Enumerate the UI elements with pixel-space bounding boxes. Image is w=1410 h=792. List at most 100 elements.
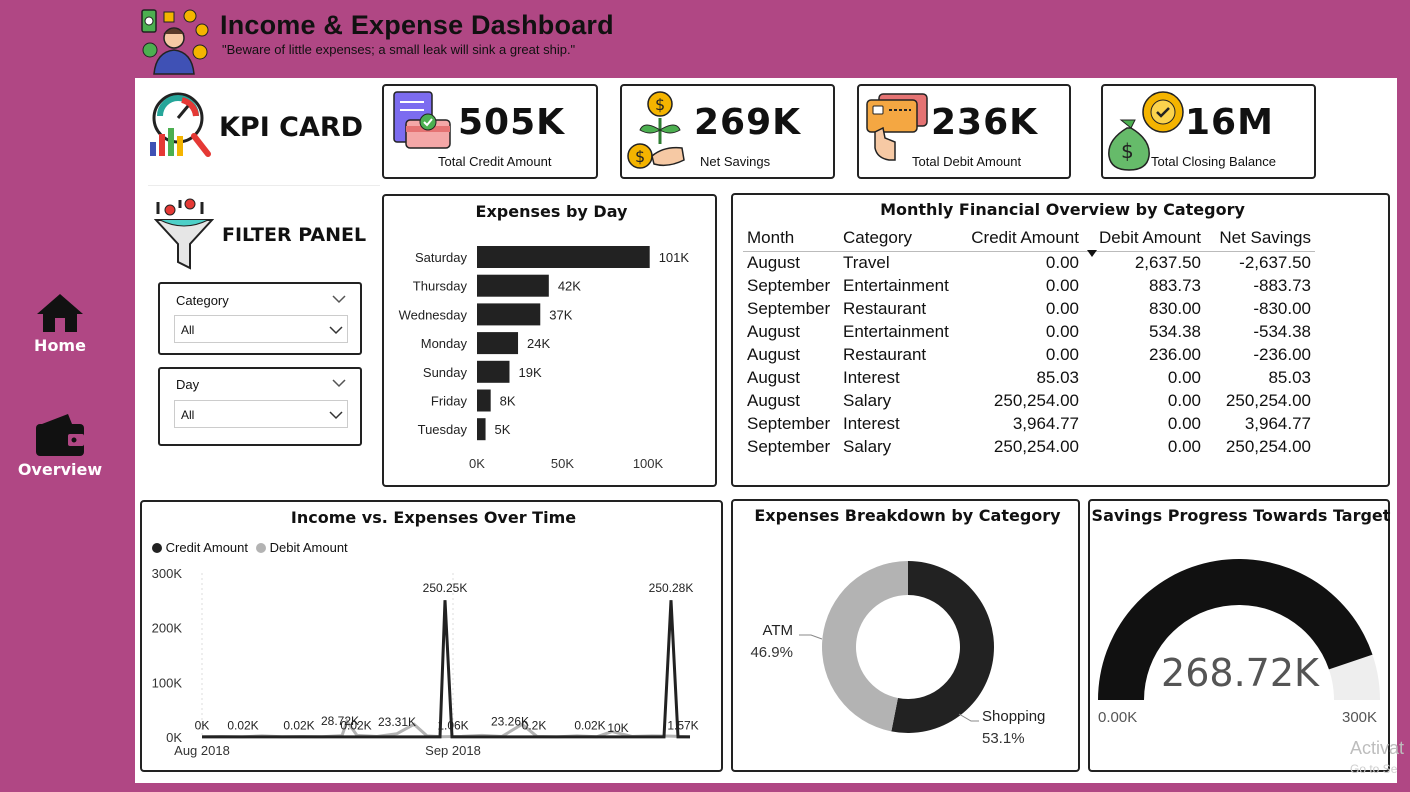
column-header-category[interactable]: Category <box>839 225 957 251</box>
bar-category-label: Sunday <box>423 365 468 380</box>
category-slicer: Category All <box>158 282 362 355</box>
kpi-icon <box>148 90 212 160</box>
atm-slice-percent: 46.9% <box>750 644 793 661</box>
table-cell: 0.00 <box>1045 321 1079 341</box>
chevron-down-icon[interactable] <box>332 294 346 304</box>
y-tick-label: 300K <box>152 566 183 581</box>
table-cell: 0.00 <box>1167 413 1201 433</box>
bar-data-label: 42K <box>558 279 581 294</box>
income-vs-expenses-panel: Income vs. Expenses Over Time Credit Amo… <box>140 500 723 772</box>
line-data-label: 0.02K <box>574 718 605 732</box>
credit-amount-series-line <box>202 600 690 739</box>
svg-text:$: $ <box>1121 139 1134 163</box>
x-tick-label: Sep 2018 <box>425 743 481 758</box>
table-row[interactable]: August Restaurant 0.00 236.00 -236.00 <box>743 343 1315 366</box>
table-cell: Entertainment <box>843 275 949 295</box>
table-cell: 0.00 <box>1167 367 1201 387</box>
table-row[interactable]: September Restaurant 0.00 830.00 -830.00 <box>743 297 1315 320</box>
legend-debit: Debit Amount <box>256 540 348 555</box>
expenses-by-day-chart: Saturday 101K Thursday 42K Wednesday 37K Monda… <box>399 246 689 471</box>
table-cell: Interest <box>843 413 900 433</box>
line-data-label: 0.02K <box>340 718 371 732</box>
x-tick-label: 0K <box>469 456 485 471</box>
nav-home-button[interactable]: Home <box>20 292 100 356</box>
bar <box>477 303 541 326</box>
table-cell: Restaurant <box>843 298 927 318</box>
column-header-credit-amount[interactable]: Credit Amount <box>957 225 1083 251</box>
bar-data-label: 5K <box>495 422 511 437</box>
wallet-icon <box>36 414 84 456</box>
expenses-by-day-panel: Expenses by Day Saturday 101K Thursday 42K W… <box>382 194 717 487</box>
line-data-label: 0.02K <box>283 718 314 732</box>
category-dropdown[interactable]: All <box>174 315 348 343</box>
category-dropdown-value: All <box>181 323 195 337</box>
column-header-net-savings[interactable]: Net Savings <box>1205 225 1315 251</box>
table-cell: 0.00 <box>1045 298 1079 318</box>
legend-credit-label: Credit Amount <box>165 540 248 555</box>
chevron-down-icon[interactable] <box>332 378 346 388</box>
line-data-label: 250.25K <box>423 581 468 595</box>
bar-category-label: Saturday <box>415 250 468 265</box>
column-header-debit-amount[interactable]: Debit Amount <box>1083 225 1205 257</box>
bar-category-label: Friday <box>431 394 468 409</box>
table-row[interactable]: August Salary 250,254.00 0.00 250,254.00 <box>743 389 1315 412</box>
line-data-label: 1.06K <box>437 718 468 732</box>
table-row[interactable]: August Interest 85.03 0.00 85.03 <box>743 366 1315 389</box>
table-cell: August <box>747 321 800 341</box>
kpi-card-credit: 505K Total Credit Amount <box>382 84 598 179</box>
bar-category-label: Thursday <box>413 279 468 294</box>
kpi-closing-balance-label: Total Closing Balance <box>1151 154 1277 169</box>
funnel-icon <box>154 198 214 270</box>
monthly-overview-title: Monthly Financial Overview by Category <box>880 200 1245 219</box>
table-cell: September <box>747 413 831 433</box>
table-cell: 3,964.77 <box>1012 413 1079 433</box>
table-row[interactable]: September Interest 3,964.77 0.00 3,964.77 <box>743 412 1315 435</box>
table-cell: Salary <box>843 436 892 456</box>
activation-watermark-line2: Go to Se <box>1350 762 1398 776</box>
chevron-down-icon <box>329 326 343 335</box>
bar-category-label: Wednesday <box>399 307 468 322</box>
monthly-overview-table: Month Category Credit Amount Debit Amoun… <box>743 225 1315 458</box>
bar-category-label: Monday <box>421 336 468 351</box>
table-row[interactable]: September Entertainment 0.00 883.73 -883.73 <box>743 274 1315 297</box>
kpi-divider <box>148 185 380 186</box>
y-tick-label: 200K <box>152 621 183 636</box>
gauge-min-label: 0.00K <box>1098 709 1138 726</box>
table-cell: Restaurant <box>843 344 927 364</box>
table-cell: 0.00 <box>1045 252 1079 272</box>
income-vs-expenses-title: Income vs. Expenses Over Time <box>290 508 577 527</box>
bar <box>477 274 549 297</box>
savings-progress-panel: Savings Progress Towards Target 268.72K … <box>1088 499 1390 772</box>
kpi-net-savings-label: Net Savings <box>700 154 771 169</box>
column-header-month[interactable]: Month <box>743 225 839 251</box>
bar <box>477 360 510 383</box>
nav-overview-button[interactable]: Overview <box>14 412 106 482</box>
table-cell: 0.00 <box>1167 436 1201 456</box>
kpi-closing-balance-value: 16M <box>1185 102 1274 143</box>
kpi-card-debit: 236K Total Debit Amount <box>857 84 1071 179</box>
table-cell: 250,254.00 <box>993 390 1079 410</box>
kpi-debit-label: Total Debit Amount <box>912 154 1022 169</box>
kpi-card-net-savings: $ $ 269K Net Savings <box>620 84 835 179</box>
day-dropdown[interactable]: All <box>174 400 348 428</box>
legend-debit-dot <box>256 543 266 553</box>
savings-progress-title: Savings Progress Towards Target <box>1091 506 1391 525</box>
table-row[interactable]: August Entertainment 0.00 534.38 -534.38 <box>743 320 1315 343</box>
y-tick-label: 100K <box>152 675 183 690</box>
line-data-label: 23.31K <box>378 715 416 729</box>
line-data-label: 1.57K <box>667 718 698 732</box>
day-slicer-label: Day <box>176 377 200 392</box>
table-cell: 0.00 <box>1045 344 1079 364</box>
table-cell: 534.38 <box>1149 321 1201 341</box>
bar <box>477 389 491 412</box>
legend-credit: Credit Amount <box>152 540 248 555</box>
home-icon <box>37 294 83 332</box>
table-row[interactable]: August Travel 0.00 2,637.50 -2,637.50 <box>743 251 1315 274</box>
table-row[interactable]: September Salary 250,254.00 0.00 250,254.00 <box>743 435 1315 458</box>
table-cell: 2,637.50 <box>1134 252 1201 272</box>
svg-text:$: $ <box>635 147 645 166</box>
bar-data-label: 37K <box>549 307 572 322</box>
bar-data-label: 24K <box>527 336 550 351</box>
table-cell: 85.03 <box>1268 367 1311 387</box>
table-cell: -830.00 <box>1253 298 1311 318</box>
